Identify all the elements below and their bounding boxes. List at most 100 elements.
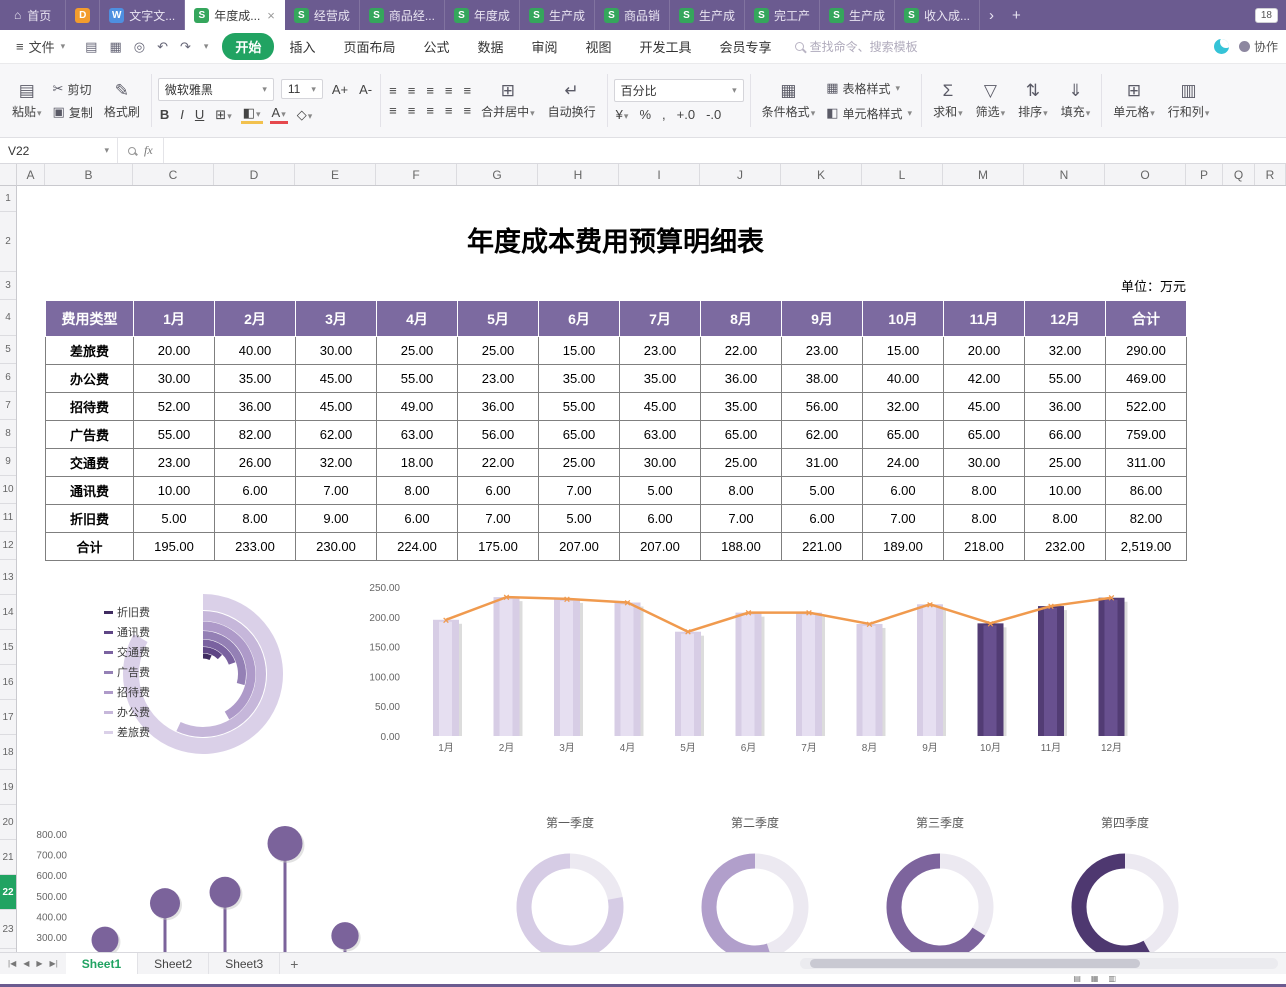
table-cell[interactable]: 8.00 xyxy=(944,505,1025,533)
table-cell[interactable]: 25.00 xyxy=(1025,449,1106,477)
row-header-12[interactable]: 12 xyxy=(0,532,16,560)
sheet-canvas[interactable]: 年度成本费用预算明细表 单位：万元 费用类型1月2月3月4月5月6月7月8月9月… xyxy=(17,186,1286,952)
table-cell[interactable]: 42.00 xyxy=(944,365,1025,393)
rows-cols-button[interactable]: ▥ 行和列▾ xyxy=(1163,78,1215,124)
align-top-button[interactable]: ≡ xyxy=(387,83,399,98)
align-right-button[interactable]: ≡ xyxy=(424,103,436,118)
table-cell[interactable]: 221.00 xyxy=(782,533,863,561)
scrollbar-thumb[interactable] xyxy=(810,959,1140,968)
radial-chart[interactable]: 折旧费通讯费交通费广告费招待费办公费差旅费 xyxy=(88,584,303,784)
font-color-button[interactable]: A▾ xyxy=(270,106,288,124)
table-cell[interactable]: 10.00 xyxy=(134,477,215,505)
last-sheet-icon[interactable]: ▶| xyxy=(50,959,58,968)
table-cell[interactable]: 23.00 xyxy=(458,365,539,393)
file-menu[interactable]: ≡ 文件 ▾ xyxy=(6,37,75,56)
table-cell[interactable]: 40.00 xyxy=(863,365,944,393)
table-cell[interactable]: 8.00 xyxy=(701,477,782,505)
table-cell[interactable]: 9.00 xyxy=(296,505,377,533)
column-header-E[interactable]: E xyxy=(295,164,376,185)
undo-icon[interactable]: ↶ xyxy=(157,39,168,55)
table-cell[interactable]: 45.00 xyxy=(296,365,377,393)
table-cell[interactable]: 82.00 xyxy=(1106,505,1187,533)
document-tab[interactable]: S年度成...× xyxy=(185,0,285,30)
cell-name-box[interactable]: V22 ▾ xyxy=(0,138,118,163)
table-cell[interactable]: 2,519.00 xyxy=(1106,533,1187,561)
combo-chart-svg[interactable]: 250.00200.00150.00100.0050.000.001月2月3月4… xyxy=(360,577,1150,777)
table-cell[interactable]: 7.00 xyxy=(863,505,944,533)
number-format-select[interactable]: 百分比▾ xyxy=(614,79,744,102)
new-tab-button[interactable]: + xyxy=(1003,0,1030,30)
row-header-6[interactable]: 6 xyxy=(0,364,16,392)
menu-tab-公式[interactable]: 公式 xyxy=(410,33,462,60)
table-cell[interactable]: 63.00 xyxy=(377,421,458,449)
column-header-Q[interactable]: Q xyxy=(1223,164,1255,185)
increase-decimal-button[interactable]: +.0 xyxy=(675,107,697,122)
table-cell[interactable]: 290.00 xyxy=(1106,337,1187,365)
column-header-J[interactable]: J xyxy=(700,164,781,185)
table-cell[interactable]: 62.00 xyxy=(296,421,377,449)
column-header-L[interactable]: L xyxy=(862,164,943,185)
font-name-select[interactable]: 微软雅黑▾ xyxy=(158,78,274,101)
table-cell[interactable]: 20.00 xyxy=(944,337,1025,365)
column-header-G[interactable]: G xyxy=(457,164,538,185)
document-tab[interactable]: S完工产 xyxy=(745,0,820,30)
font-size-select[interactable]: 11▾ xyxy=(281,79,323,99)
table-cell[interactable]: 15.00 xyxy=(539,337,620,365)
indent-decrease-button[interactable]: ≡ xyxy=(443,83,455,98)
align-middle-button[interactable]: ≡ xyxy=(406,83,418,98)
table-cell[interactable]: 18.00 xyxy=(377,449,458,477)
table-cell[interactable]: 5.00 xyxy=(539,505,620,533)
table-cell[interactable]: 207.00 xyxy=(539,533,620,561)
table-cell[interactable]: 6.00 xyxy=(620,505,701,533)
decrease-font-button[interactable]: A- xyxy=(357,82,374,97)
table-cell[interactable]: 30.00 xyxy=(296,337,377,365)
table-cell[interactable]: 8.00 xyxy=(377,477,458,505)
notification-badge[interactable]: 18 xyxy=(1255,8,1278,23)
row-header-23[interactable]: 23 xyxy=(0,910,16,949)
next-sheet-icon[interactable]: ▶ xyxy=(36,959,42,968)
row-header-11[interactable]: 11 xyxy=(0,504,16,532)
table-cell[interactable]: 207.00 xyxy=(620,533,701,561)
table-cell[interactable]: 45.00 xyxy=(296,393,377,421)
table-cell[interactable]: 15.00 xyxy=(863,337,944,365)
table-cell[interactable]: 52.00 xyxy=(134,393,215,421)
table-cell[interactable]: 8.00 xyxy=(1025,505,1106,533)
insert-function-button[interactable]: fx xyxy=(144,143,153,158)
add-sheet-button[interactable]: + xyxy=(280,953,308,974)
row-header-13[interactable]: 13 xyxy=(0,560,16,595)
table-cell[interactable]: 36.00 xyxy=(1025,393,1106,421)
redo-icon[interactable]: ↷ xyxy=(180,39,191,55)
table-cell[interactable]: 65.00 xyxy=(539,421,620,449)
sheet-tab-Sheet2[interactable]: Sheet2 xyxy=(138,953,209,974)
table-cell[interactable]: 32.00 xyxy=(863,393,944,421)
column-header-B[interactable]: B xyxy=(45,164,133,185)
table-cell[interactable]: 23.00 xyxy=(134,449,215,477)
document-tab[interactable]: S商品销 xyxy=(595,0,670,30)
menu-tab-会员专享[interactable]: 会员专享 xyxy=(707,33,785,60)
italic-button[interactable]: I xyxy=(178,107,186,122)
table-cell[interactable]: 6.00 xyxy=(377,505,458,533)
row-header-15[interactable]: 15 xyxy=(0,630,16,665)
menu-tab-开始[interactable]: 开始 xyxy=(222,33,274,60)
column-header-M[interactable]: M xyxy=(943,164,1024,185)
menu-tab-页面布局[interactable]: 页面布局 xyxy=(330,33,408,60)
comma-style-button[interactable]: , xyxy=(660,107,668,122)
paste-button[interactable]: ▤ 粘贴▾ xyxy=(7,78,47,124)
sheet-tab-Sheet3[interactable]: Sheet3 xyxy=(209,953,280,974)
table-style-button[interactable]: ▦表格样式▾ xyxy=(823,79,915,98)
table-cell[interactable]: 5.00 xyxy=(134,505,215,533)
borders-button[interactable]: ⊞▾ xyxy=(213,107,233,123)
document-tab[interactable]: S生产成 xyxy=(820,0,895,30)
table-cell[interactable]: 35.00 xyxy=(539,365,620,393)
row-header-22[interactable]: 22 xyxy=(0,875,16,910)
column-header-N[interactable]: N xyxy=(1024,164,1105,185)
format-painter-button[interactable]: ✎ 格式刷 xyxy=(99,78,145,124)
table-cell[interactable]: 6.00 xyxy=(215,477,296,505)
row-header-7[interactable]: 7 xyxy=(0,392,16,420)
table-cell[interactable]: 23.00 xyxy=(620,337,701,365)
table-cell[interactable]: 62.00 xyxy=(782,421,863,449)
table-cell[interactable]: 65.00 xyxy=(701,421,782,449)
print-icon[interactable]: ▦ xyxy=(109,39,121,55)
copy-button[interactable]: ▣复制 xyxy=(50,103,96,122)
row-header-10[interactable]: 10 xyxy=(0,476,16,504)
